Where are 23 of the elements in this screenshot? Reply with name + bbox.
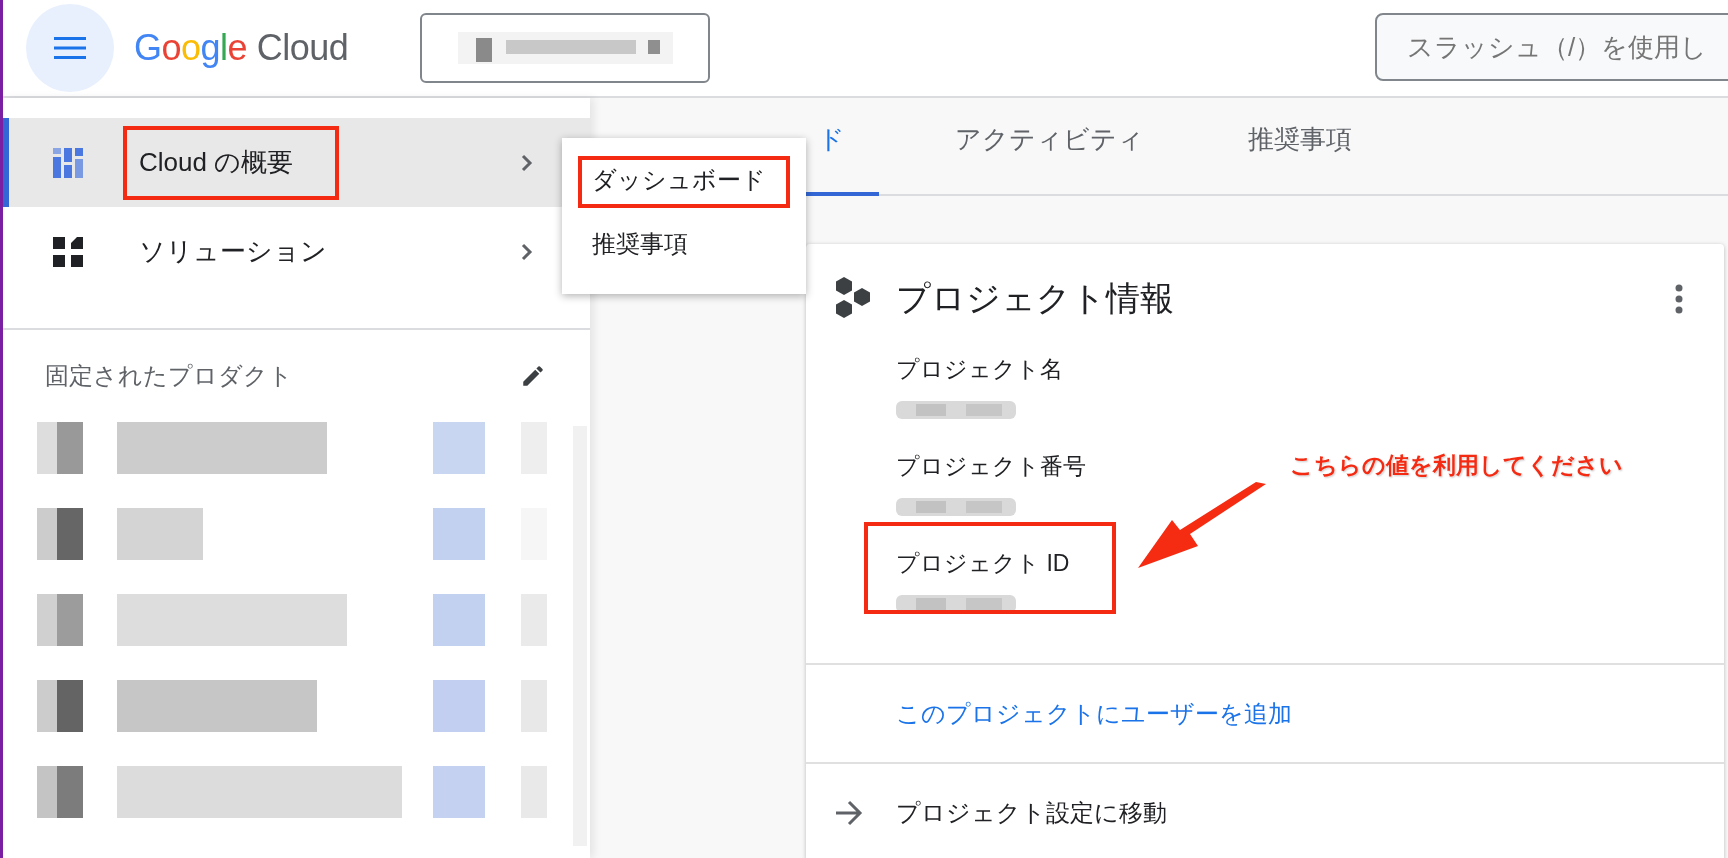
search-field[interactable]: スラッシュ（/）を使用し <box>1375 13 1728 81</box>
field-label: プロジェクト番号 <box>896 452 1086 481</box>
pencil-icon[interactable] <box>520 363 546 389</box>
nav-item[interactable]: ソリューション <box>3 207 590 296</box>
nav-item[interactable]: Cloud の概要 <box>3 118 590 207</box>
callout-text: こちらの値を利用してください <box>1290 451 1623 480</box>
card-title: プロジェクト情報 <box>896 278 1175 319</box>
more-options-icon[interactable] <box>1674 284 1684 314</box>
arrow-right-icon <box>834 799 864 826</box>
google-cloud-logo[interactable]: Google Cloud <box>134 27 349 69</box>
add-user-link[interactable]: このプロジェクトにユーザーを追加 <box>896 697 1292 730</box>
section-title: 固定されたプロダクト <box>45 361 293 391</box>
dashboard-icon <box>53 147 83 178</box>
tab[interactable]: アクティビティ <box>927 98 1172 196</box>
chevron-right-icon <box>520 241 534 262</box>
field-label: プロジェクト ID <box>896 549 1070 578</box>
chevron-right-icon <box>520 152 534 173</box>
project-selector[interactable] <box>420 13 711 83</box>
grid-icon <box>53 236 83 267</box>
field-label: プロジェクト名 <box>896 355 1063 384</box>
menu-icon <box>54 36 86 60</box>
tab[interactable]: 推奨事項 <box>1220 98 1380 196</box>
project-settings-link[interactable]: プロジェクト設定に移動 <box>896 796 1167 829</box>
